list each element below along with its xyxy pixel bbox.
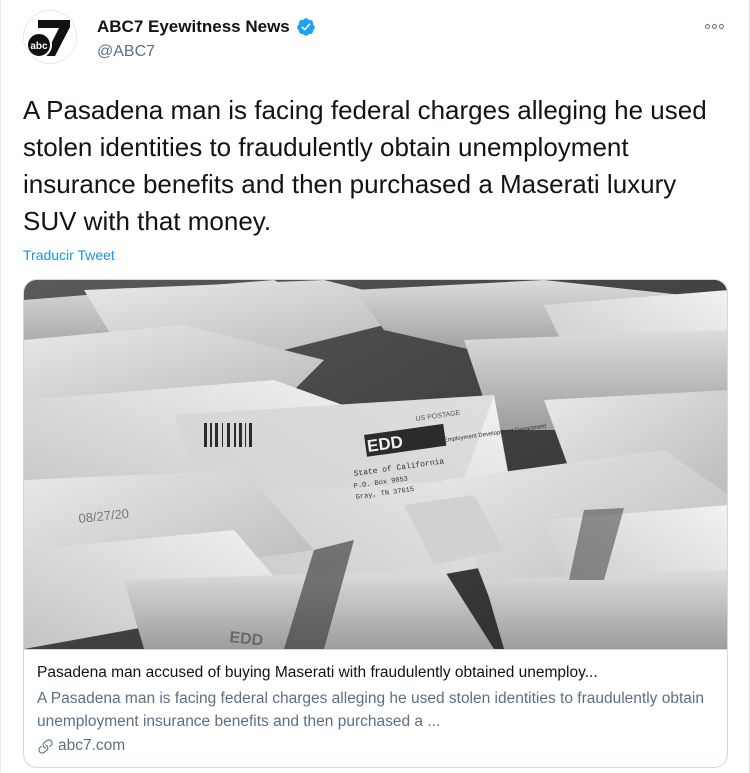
avatar[interactable]: abc: [23, 10, 77, 64]
translate-tweet-link[interactable]: Traducir Tweet: [23, 247, 115, 263]
card-domain-text: abc7.com: [58, 737, 126, 754]
avatar-abc-text: abc: [30, 41, 48, 52]
more-options-button[interactable]: [701, 16, 727, 36]
author-name-row: ABC7 Eyewitness News: [97, 17, 316, 37]
envelopes-photo: EDD Employment Development Department St…: [24, 280, 727, 649]
more-horizontal-icon-dot: [718, 23, 724, 29]
card-description: A Pasadena man is facing federal charges…: [37, 690, 704, 730]
card-title: Pasadena man accused of buying Maserati …: [37, 664, 598, 681]
author-display-name[interactable]: ABC7 Eyewitness News: [97, 17, 290, 37]
card-image[interactable]: EDD Employment Development Department St…: [24, 280, 727, 649]
envelope-edd-label-bottom: EDD: [229, 629, 264, 649]
tweet: abc ABC7 Eyewitness News @ABC7 A Pasaden…: [0, 0, 750, 773]
link-preview-card[interactable]: EDD Employment Development Department St…: [23, 279, 728, 768]
abc7-logo-icon: abc: [25, 12, 75, 62]
more-horizontal-icon: [704, 23, 710, 29]
card-meta: Pasadena man accused of buying Maserati …: [24, 649, 727, 767]
card-domain: abc7.com: [37, 737, 717, 755]
more-horizontal-icon-dot: [711, 23, 717, 29]
link-icon: [37, 738, 54, 755]
tweet-text: A Pasadena man is facing federal charges…: [23, 95, 707, 236]
verified-badge-icon: [296, 17, 316, 37]
author-handle[interactable]: @ABC7: [97, 43, 155, 61]
